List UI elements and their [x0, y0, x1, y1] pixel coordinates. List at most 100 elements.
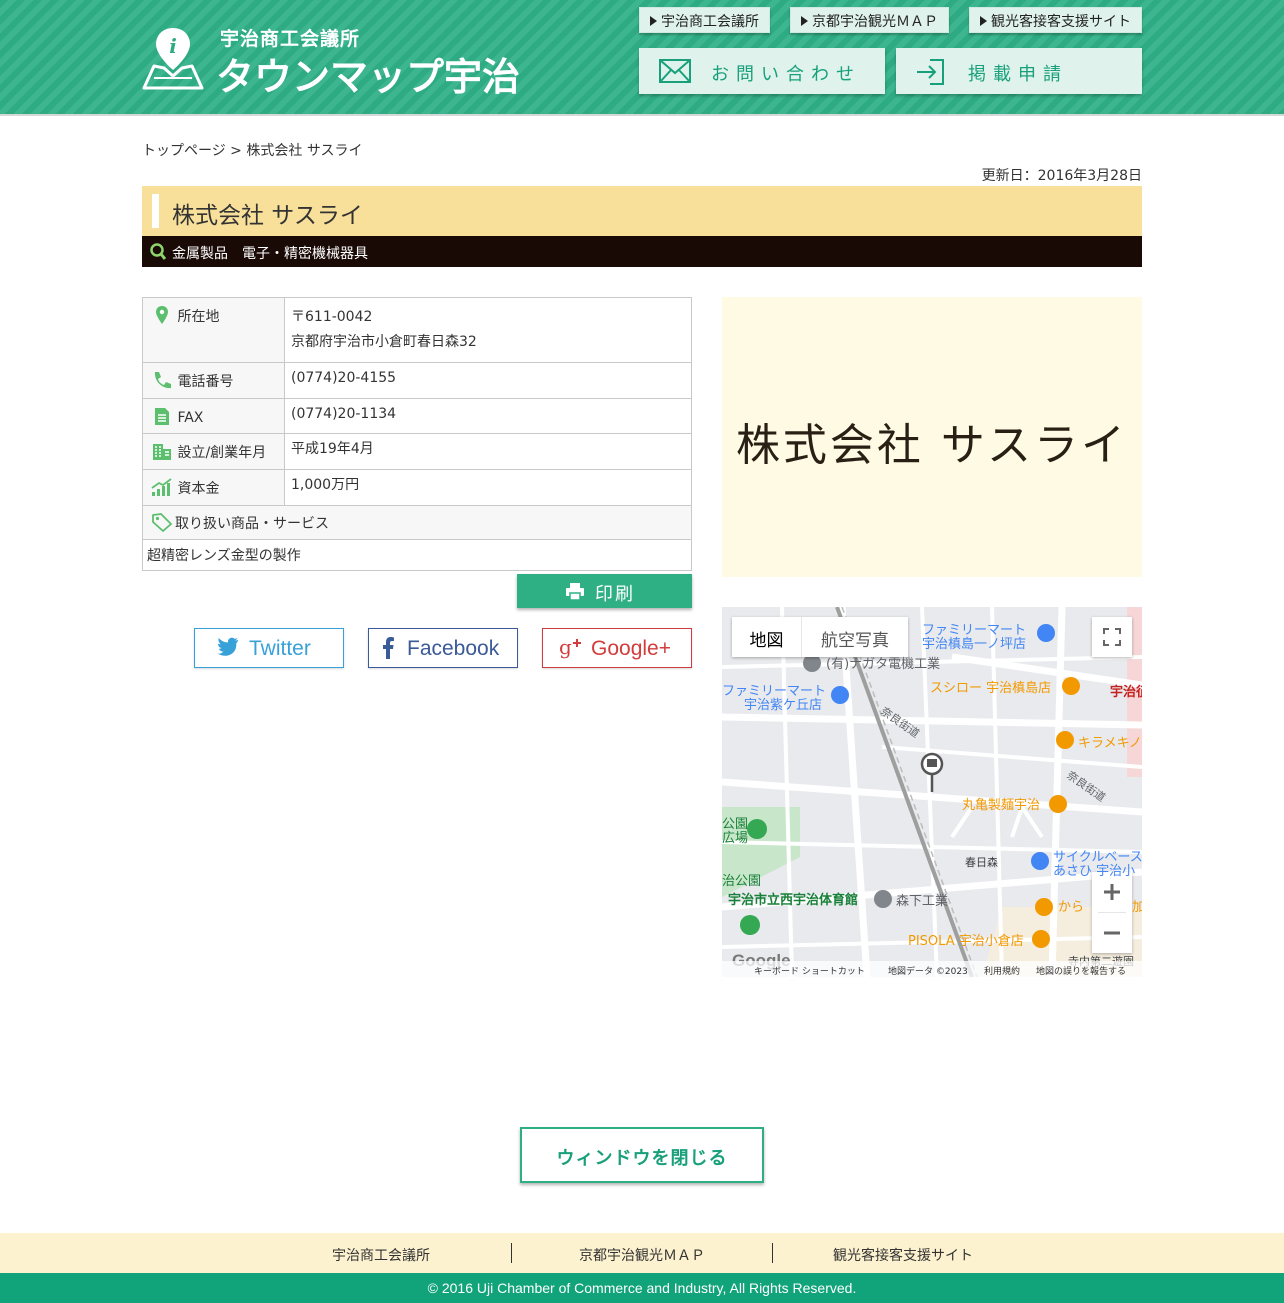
category-text: 金属製品 電子・精密機械器具 — [172, 246, 368, 262]
twitter-label: Twitter — [249, 637, 311, 660]
map-terms-link[interactable]: 利用規約 — [984, 964, 1020, 977]
phone-icon — [154, 372, 171, 389]
minus-icon — [1104, 931, 1120, 935]
map-shortcuts-link[interactable]: キーボード ショートカット — [754, 964, 865, 977]
share-facebook-button[interactable]: Facebook — [368, 628, 518, 668]
apply-button[interactable]: 掲載申請 — [896, 48, 1142, 94]
footer-divider — [511, 1243, 512, 1263]
table-row: 電話番号 (0774)20-4155 — [142, 362, 692, 399]
copyright: © 2016 Uji Chamber of Commerce and Indus… — [0, 1273, 1284, 1303]
address-label: 所在地 — [177, 309, 220, 325]
site-logo[interactable]: i 宇治商工会議所 タウンマップ宇治 — [142, 24, 520, 99]
triangle-right-icon — [650, 16, 657, 26]
map-poi-label[interactable]: ファミリーマート — [922, 623, 1026, 638]
apply-label: 掲載申請 — [968, 64, 1068, 85]
map-report-link[interactable]: 地図の誤りを報告する — [1036, 964, 1126, 977]
share-googleplus-button[interactable]: g Google+ — [542, 628, 692, 668]
toplink-label: 京都宇治観光ＭＡＰ — [812, 14, 938, 30]
print-label: 印刷 — [595, 584, 635, 605]
breadcrumb-separator: > — [225, 143, 247, 159]
footer-divider — [772, 1243, 773, 1263]
location-pin-icon — [156, 306, 168, 324]
map-poi-label[interactable]: 広場 — [722, 831, 748, 846]
tab-aerial[interactable]: 航空写真 — [801, 617, 908, 657]
capital-value: 1,000万円 — [284, 469, 692, 506]
fullscreen-button[interactable] — [1092, 617, 1132, 657]
toplink-visitor-support[interactable]: 観光客接客支援サイト — [969, 7, 1142, 33]
phone-label: 電話番号 — [177, 374, 234, 390]
table-row: 資本金 1,000万円 — [142, 469, 692, 506]
table-row: 設立/創業年月 平成19年4月 — [142, 433, 692, 470]
address-value: 〒611-0042 京都府宇治市小倉町春日森32 — [284, 297, 692, 363]
building-icon — [153, 444, 171, 460]
map-poi-label[interactable]: 宇治市立西宇治体育館 — [728, 893, 858, 908]
map-poi-label[interactable]: 森下工業 — [896, 894, 948, 909]
toplink-chamber[interactable]: 宇治商工会議所 — [639, 7, 770, 33]
map-poi-label[interactable]: 公園 — [722, 817, 748, 832]
footer-nav: 宇治商工会議所 京都宇治観光ＭＡＰ 観光客接客支援サイト — [0, 1233, 1284, 1273]
title-marker — [152, 194, 159, 228]
toplink-label: 観光客接客支援サイト — [991, 14, 1131, 30]
close-window-button[interactable]: ウィンドウを閉じる — [520, 1127, 764, 1183]
footer-link-visitor-support[interactable]: 観光客接客支援サイト — [833, 1245, 973, 1265]
tag-icon — [152, 513, 172, 532]
phone-key: 電話番号 — [142, 362, 285, 399]
breadcrumb-home-link[interactable]: トップページ — [142, 143, 226, 159]
footer-link-tourism-map[interactable]: 京都宇治観光ＭＡＰ — [579, 1245, 705, 1265]
share-twitter-button[interactable]: Twitter — [194, 628, 344, 668]
fullscreen-icon — [1103, 628, 1121, 646]
sign-in-icon — [917, 59, 944, 85]
facebook-icon — [383, 637, 394, 659]
updated-date: 更新日：2016年3月28日 — [981, 168, 1142, 184]
google-map[interactable]: 地図 航空写真 ファミリーマート 宇治槙島一ノ坪店 (有)ナガタ電機工業 ファミ… — [722, 607, 1142, 977]
map-poi-label[interactable]: 宇治槙島一ノ坪店 — [922, 637, 1026, 652]
fax-icon — [155, 408, 169, 425]
toplink-label: 宇治商工会議所 — [661, 14, 759, 30]
print-button[interactable]: 印刷 — [517, 574, 692, 608]
table-row: 超精密レンズ金型の製作 — [142, 539, 692, 571]
printer-icon — [566, 583, 584, 601]
address-text: 京都府宇治市小倉町春日森32 — [291, 334, 477, 350]
google-plus-icon: g — [559, 637, 581, 659]
facebook-label: Facebook — [407, 637, 500, 660]
contact-label: お問い合わせ — [711, 64, 861, 85]
search-icon — [150, 243, 166, 260]
map-poi-label[interactable]: 加 — [1132, 900, 1142, 915]
chart-growth-icon — [151, 478, 172, 496]
fax-label: FAX — [177, 410, 204, 426]
info-map-icon: i — [142, 28, 204, 90]
map-poi-label[interactable]: スシロー 宇治槙島店 — [930, 681, 1051, 696]
map-poi-label[interactable]: あさひ 宇治小 — [1053, 864, 1135, 879]
map-poi-label[interactable]: (有)ナガタ電機工業 — [826, 657, 940, 672]
map-poi-label[interactable]: ファミリーマート — [722, 684, 826, 699]
svg-text:g: g — [559, 637, 572, 659]
company-logo-text: 株式会社 サスライ — [735, 420, 1129, 471]
founded-key: 設立/創業年月 — [142, 433, 285, 470]
map-poi-label[interactable]: サイクルベース — [1053, 850, 1142, 865]
footer-link-chamber[interactable]: 宇治商工会議所 — [332, 1245, 430, 1265]
mail-icon — [659, 59, 691, 83]
tab-map[interactable]: 地図 — [732, 617, 801, 657]
googleplus-label: Google+ — [591, 637, 671, 660]
map-area-label: 宇治征 — [1110, 685, 1142, 700]
table-row: 取り扱い商品・サービス — [142, 505, 692, 540]
map-type-tabs: 地図 航空写真 — [732, 617, 908, 657]
toplink-tourism-map[interactable]: 京都宇治観光ＭＡＰ — [790, 7, 949, 33]
contact-button[interactable]: お問い合わせ — [639, 48, 885, 94]
company-info-table: 所在地 〒611-0042 京都府宇治市小倉町春日森32 電話番号 (0774)… — [142, 297, 692, 571]
table-row: FAX (0774)20-1134 — [142, 398, 692, 434]
zoom-out-button[interactable] — [1092, 913, 1132, 953]
map-poi-label[interactable]: PISOLA 宇治小倉店 — [908, 934, 1024, 949]
map-poi-label[interactable]: 宇治紫ケ丘店 — [744, 698, 822, 713]
map-poi-label[interactable]: キラメキノ — [1078, 736, 1142, 751]
company-logo-box: 株式会社 サスライ — [722, 297, 1142, 577]
products-label: 取り扱い商品・サービス — [175, 516, 329, 532]
plus-icon — [1104, 884, 1120, 900]
map-poi-label[interactable]: から — [1058, 900, 1084, 915]
map-poi-label[interactable]: 丸亀製麺宇治 — [962, 798, 1040, 813]
svg-text:i: i — [169, 34, 177, 58]
triangle-right-icon — [980, 16, 987, 26]
map-poi-label[interactable]: 治公園 — [722, 874, 761, 889]
table-row: 所在地 〒611-0042 京都府宇治市小倉町春日森32 — [142, 297, 692, 363]
breadcrumb-current: 株式会社 サスライ — [246, 143, 363, 159]
